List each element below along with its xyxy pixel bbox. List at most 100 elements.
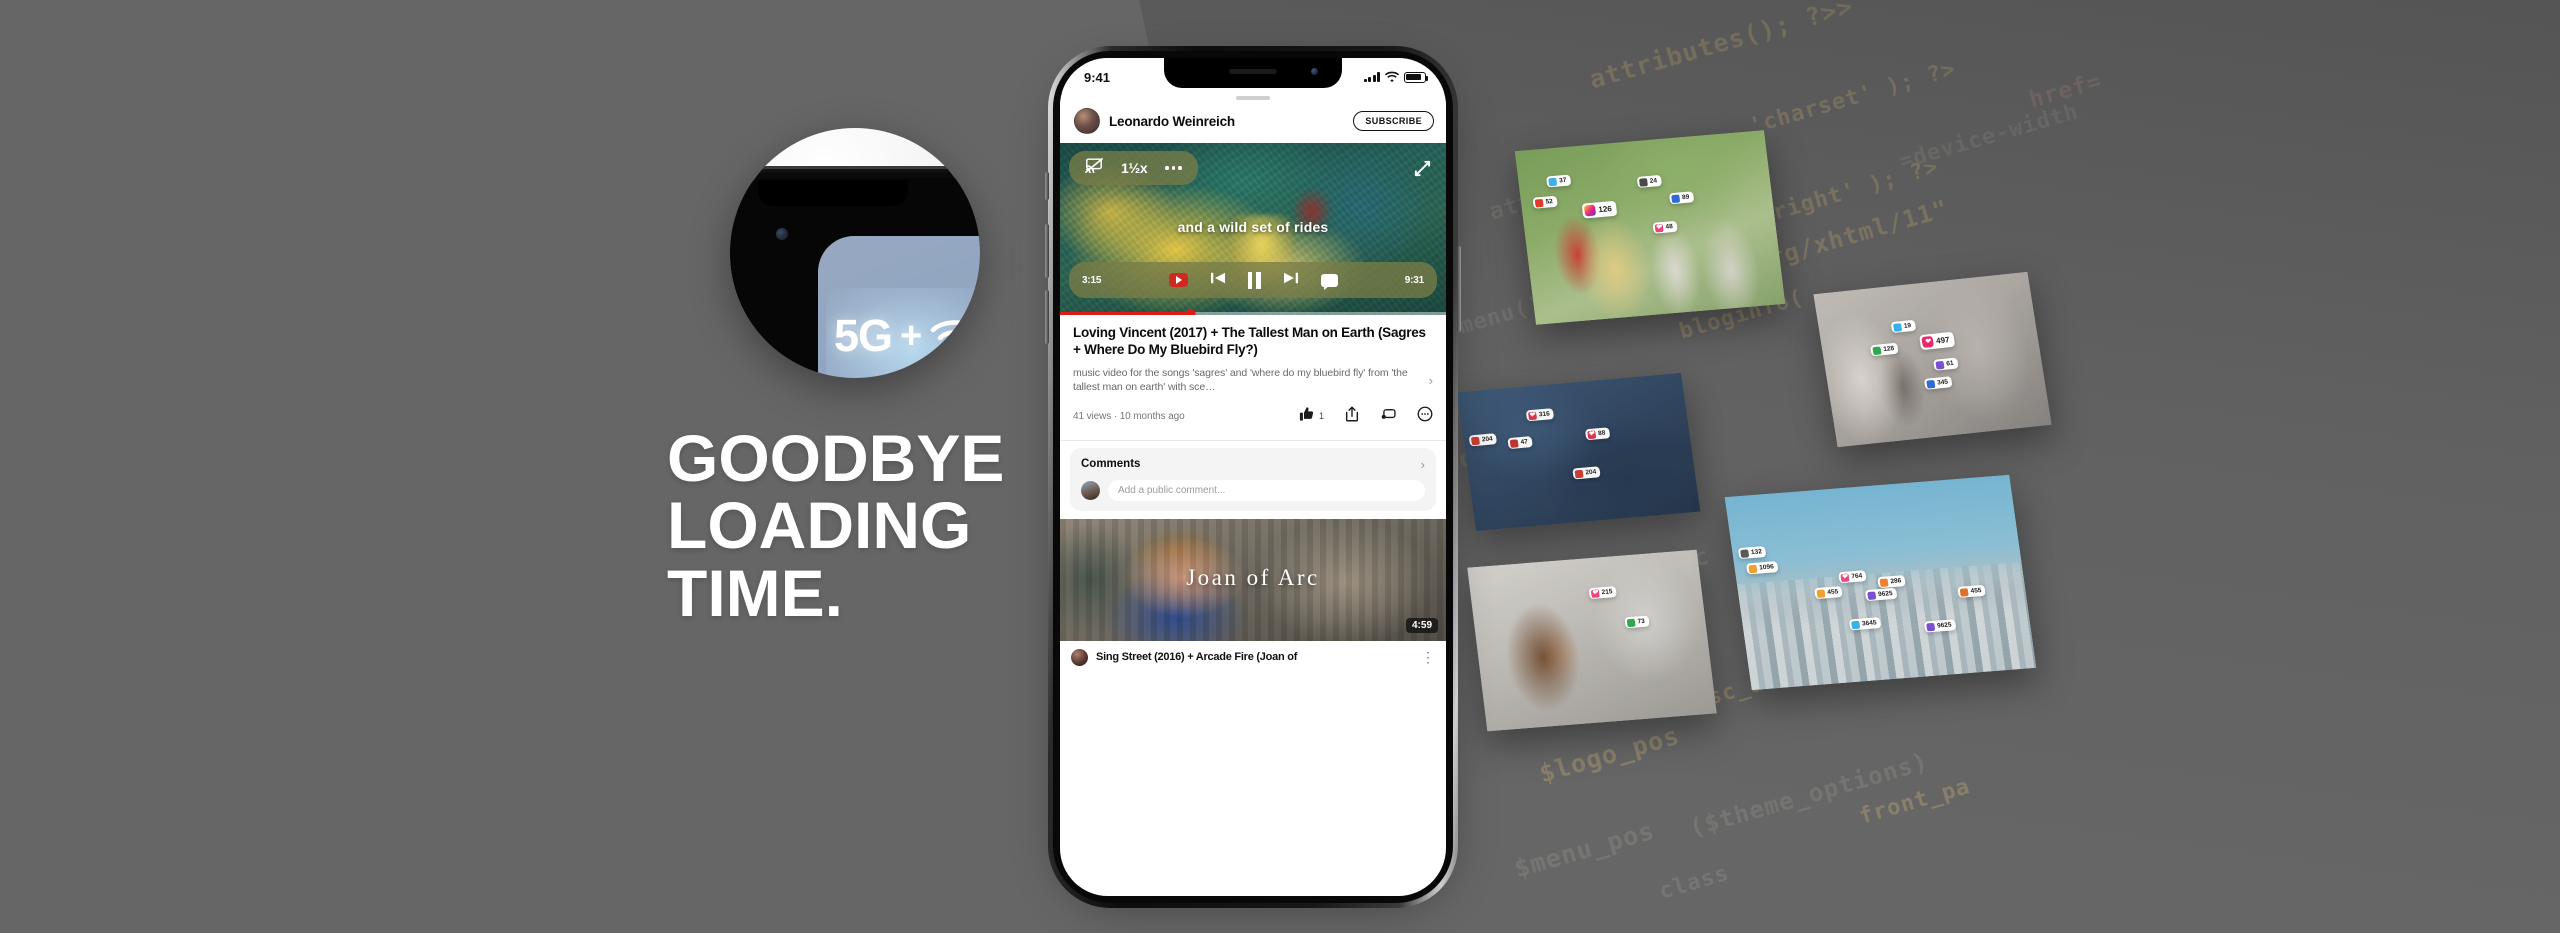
message-icon	[1509, 438, 1519, 448]
silent-switch[interactable]	[1045, 172, 1049, 200]
location-icon	[1878, 577, 1889, 587]
social-badge-value: 128	[1882, 345, 1895, 354]
code-text: 'charset' ); ?>	[1746, 56, 1959, 140]
badge-5g-label: 5G	[834, 310, 893, 361]
social-badge-value: 48	[1665, 223, 1674, 231]
like-icon	[1573, 469, 1584, 478]
social-badge-value: 764	[1850, 572, 1863, 581]
cellular-signal-icon	[1363, 72, 1380, 82]
card-tint	[1467, 549, 1717, 732]
subscribe-button[interactable]: SUBSCRIBE	[1353, 111, 1434, 131]
like-icon	[1959, 587, 1969, 597]
badge-plus-label: +	[900, 314, 922, 357]
social-badge-value: 47	[1520, 438, 1529, 446]
closed-captions-icon[interactable]	[1320, 273, 1338, 290]
like-button[interactable]: 1	[1299, 406, 1324, 427]
card-blue-city: ❤ 316 204 47 ❤ 88 204	[1456, 372, 1701, 532]
phone-frame: 9:41 Leonardo Weinreich SUBSCRIBE 1½x an…	[1045, 46, 1461, 908]
progress-knob[interactable]	[1186, 309, 1196, 315]
video-player[interactable]: 1½x and a wild set of rides 3:15 9:31	[1060, 143, 1446, 315]
social-badge-value: 73	[1637, 617, 1646, 626]
player-top-controls: 1½x	[1069, 151, 1198, 185]
wifi-icon	[929, 316, 980, 357]
video-stats: 41 views · 10 months ago	[1073, 410, 1185, 422]
code-text: href=	[2026, 68, 2105, 114]
social-badge-value: 497	[1935, 335, 1951, 346]
expand-icon[interactable]	[1413, 159, 1432, 183]
player-bottom-controls: 3:15 9:31	[1069, 262, 1437, 298]
status-bar-time: 9:41	[1084, 69, 1111, 85]
chevron-right-icon[interactable]: ›	[1421, 457, 1425, 472]
volume-up-button[interactable]	[1045, 224, 1049, 278]
comment-input[interactable]: Add a public comment...	[1108, 479, 1425, 501]
video-info: Loving Vincent (2017) + The Tallest Man …	[1060, 315, 1446, 440]
avatar[interactable]	[1071, 648, 1088, 666]
like-icon	[1534, 198, 1544, 208]
card-tint	[1456, 372, 1701, 532]
social-badge: 455	[1957, 584, 1987, 598]
more-vertical-icon[interactable]: ⋮	[1421, 649, 1435, 666]
social-badge-value: 19	[1903, 322, 1912, 330]
phone-notch	[1164, 58, 1342, 88]
user-icon	[1925, 379, 1935, 389]
social-badge-value: 132	[1750, 548, 1763, 557]
cast-off-icon[interactable]	[1085, 158, 1103, 178]
progress-bar[interactable]	[1060, 309, 1446, 315]
social-badge: 455	[1814, 586, 1844, 600]
total-time: 9:31	[1404, 274, 1424, 286]
phone-screen: 9:41 Leonardo Weinreich SUBSCRIBE 1½x an…	[1060, 58, 1446, 896]
next-track-icon[interactable]	[1283, 271, 1299, 290]
previous-track-icon[interactable]	[1210, 271, 1226, 290]
thumbs-up-icon	[1299, 406, 1315, 427]
volume-down-button[interactable]	[1045, 290, 1049, 344]
social-badge-value: 9625	[1936, 621, 1953, 630]
social-badge-value: 126	[1597, 204, 1613, 215]
social-badge-value: 88	[1597, 429, 1606, 438]
avatar[interactable]	[1074, 108, 1100, 134]
save-to-playlist-button[interactable]	[1380, 406, 1397, 427]
share-button[interactable]	[1344, 406, 1360, 427]
next-video-thumbnail[interactable]: Joan of Arc 4:59	[1060, 518, 1446, 641]
heart-icon: ❤	[1590, 588, 1600, 598]
power-button[interactable]	[1457, 246, 1461, 332]
code-text: front_pa	[1856, 774, 1973, 830]
badge-5g-label-group: 5G +	[834, 310, 980, 362]
more-circle-icon[interactable]	[1417, 406, 1433, 427]
front-camera-icon	[776, 228, 788, 240]
card-tint	[1813, 271, 2052, 448]
video-title: Loving Vincent (2017) + The Tallest Man …	[1073, 325, 1426, 358]
comments-section[interactable]: Comments › Add a public comment...	[1070, 447, 1436, 511]
badge-5g-plus: 5G +	[730, 128, 980, 378]
add-comment-row: Add a public comment...	[1081, 479, 1425, 501]
video-description-row[interactable]: music video for the songs 'sagres' and '…	[1073, 366, 1433, 395]
social-badge-value: 286	[1890, 577, 1902, 586]
thumbnail-title-overlay: Joan of Arc	[1186, 564, 1320, 590]
chevron-right-icon[interactable]: ›	[1429, 373, 1433, 388]
more-horizontal-icon[interactable]	[1165, 166, 1182, 170]
avatar[interactable]	[1081, 480, 1100, 500]
headline-line-2: LOADING	[667, 488, 972, 563]
social-badge: ❤ 88	[1584, 427, 1611, 441]
like-count: 1	[1318, 411, 1324, 421]
social-badge-value: 316	[1538, 410, 1551, 419]
card-tint	[1514, 130, 1786, 325]
next-video-item[interactable]: Joan of Arc 4:59 Sing Street (2016) + Ar…	[1060, 518, 1446, 676]
share-icon	[1638, 177, 1648, 187]
heart-icon: ❤	[1921, 335, 1935, 348]
pause-icon[interactable]	[1247, 271, 1261, 289]
hero-banner: attributes(); ?>> 'charset' ); ?> =devic…	[0, 0, 2560, 933]
comments-header[interactable]: Comments ›	[1081, 457, 1425, 472]
status-bar-indicators	[1363, 70, 1429, 85]
youtube-icon[interactable]	[1168, 273, 1188, 287]
code-text: ($theme_options)	[1686, 747, 1932, 843]
divider	[1060, 439, 1446, 441]
code-text: $logo_pos	[1536, 720, 1683, 789]
social-badge-value: 89	[1681, 193, 1690, 202]
playback-speed-button[interactable]: 1½x	[1121, 160, 1148, 176]
next-video-title: Sing Street (2016) + Arcade Fire (Joan o…	[1096, 651, 1298, 663]
headline-line-1: GOODBYE	[667, 421, 1005, 495]
next-video-meta: Sing Street (2016) + Arcade Fire (Joan o…	[1060, 640, 1446, 676]
wifi-icon	[1385, 70, 1399, 85]
card-hand-phone: 19 128 ❤ 497 61 345	[1813, 271, 2052, 448]
instagram-icon	[1583, 204, 1597, 217]
